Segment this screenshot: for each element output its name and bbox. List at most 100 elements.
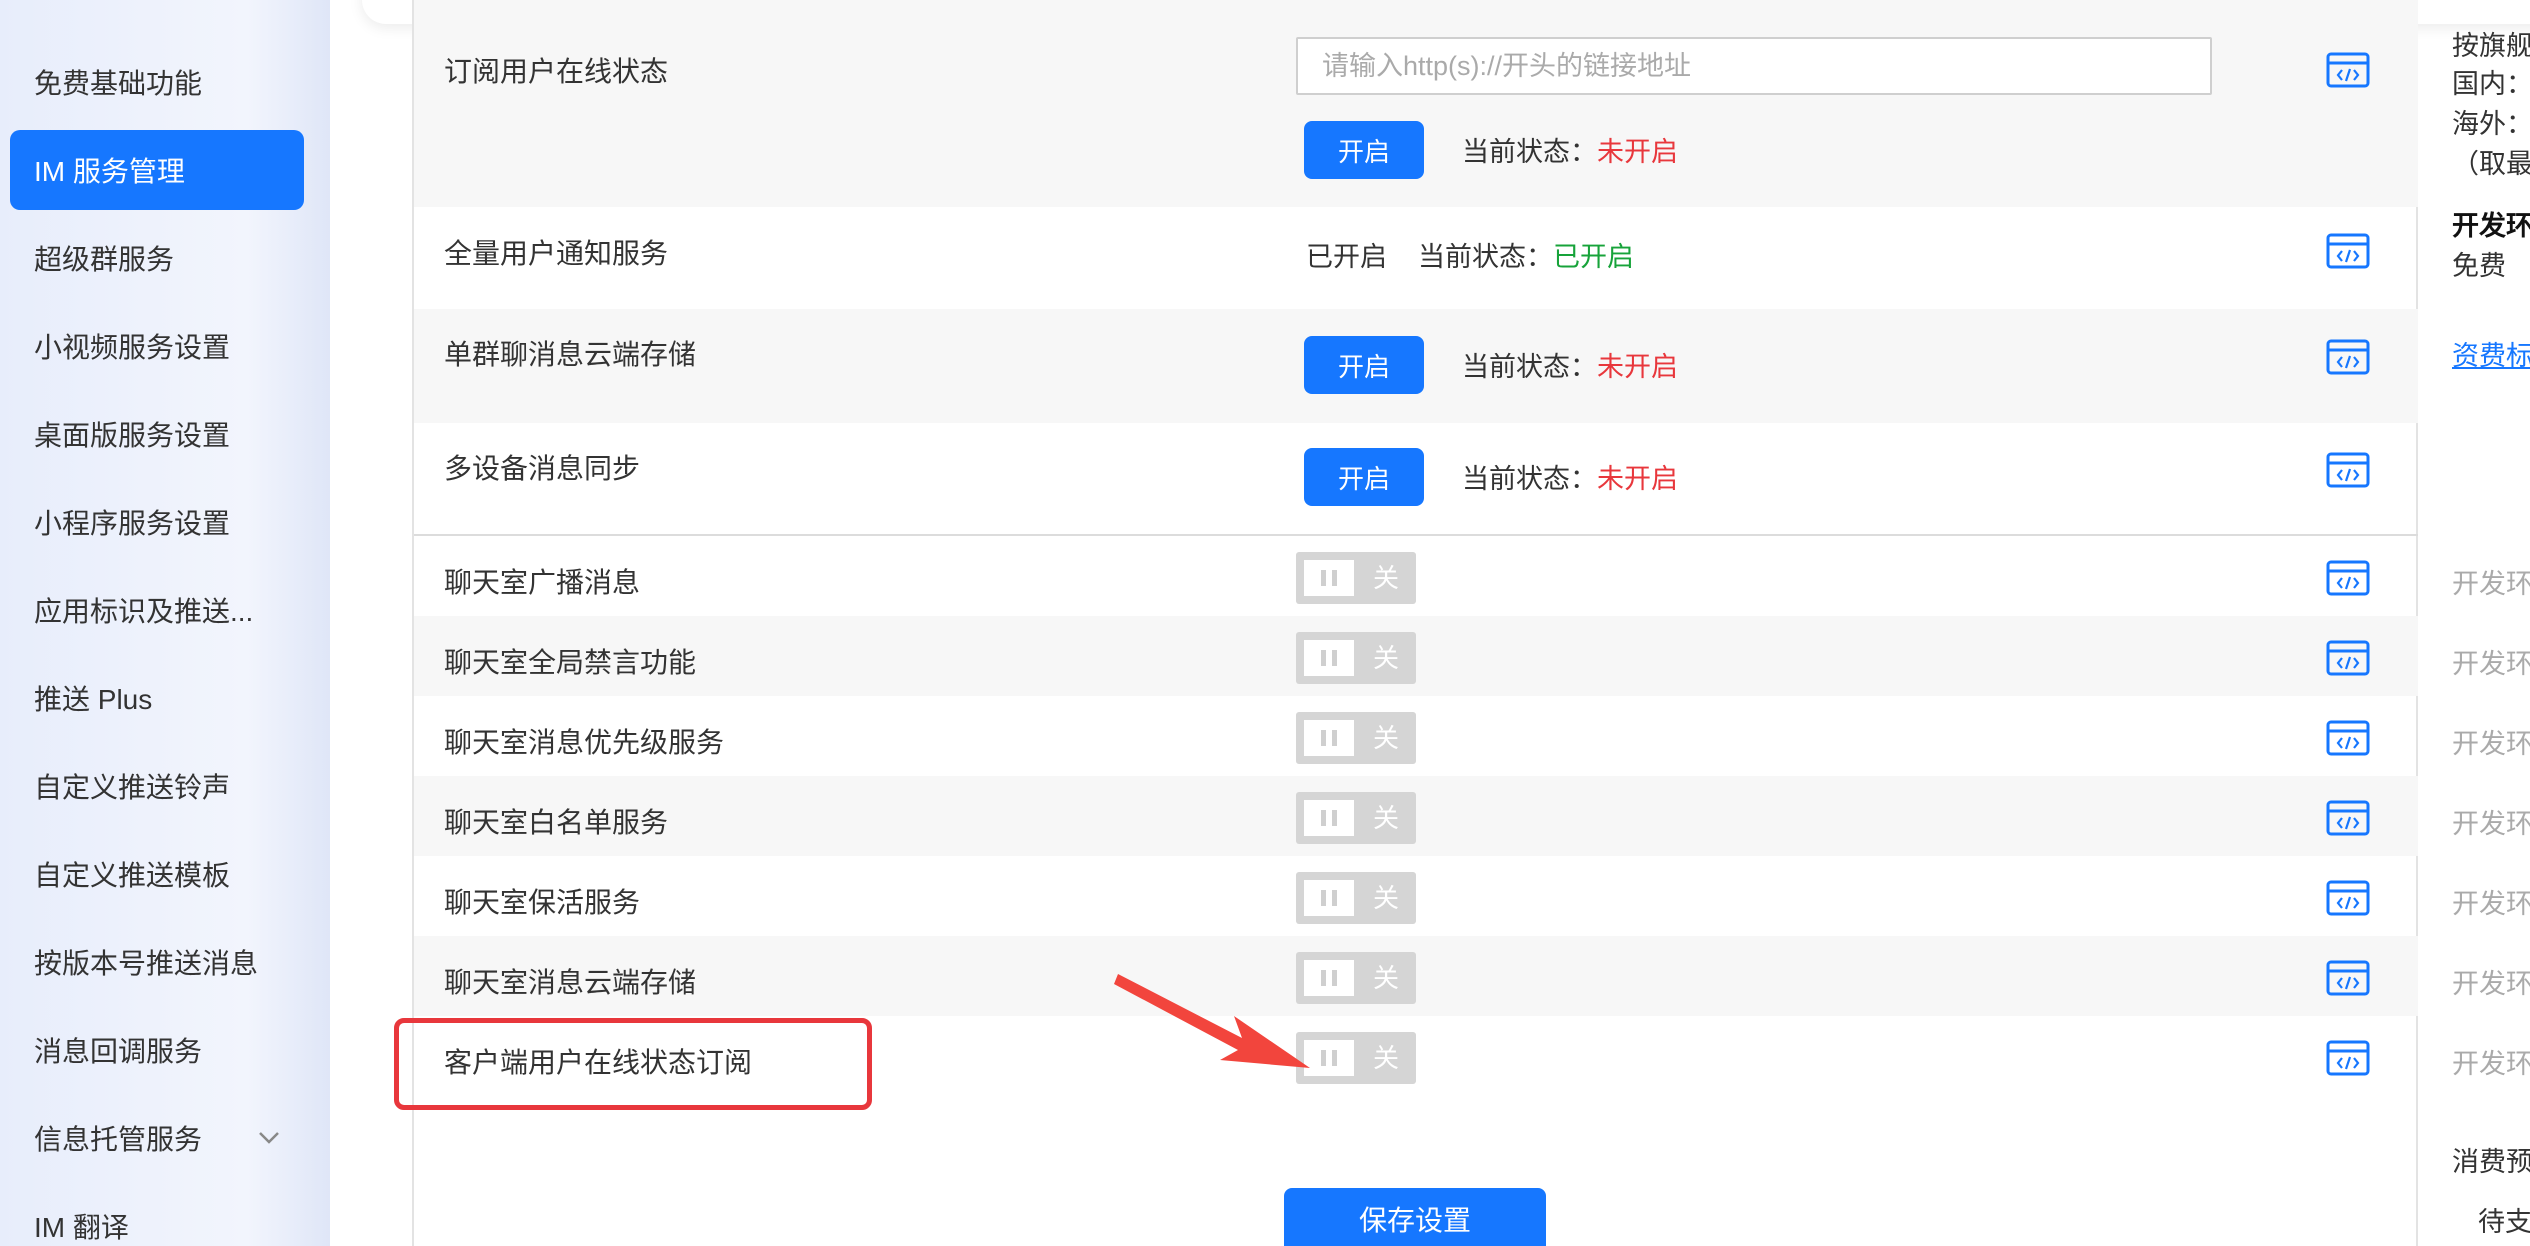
callback-url-input[interactable] bbox=[1296, 37, 2212, 95]
row-chatroom-broadcast: 聊天室广播消息 关 bbox=[414, 536, 2418, 616]
row-cloud-storage: 单群聊消息云端存储 开启 当前状态：未开启 bbox=[414, 309, 2418, 423]
pricing-overseas: 海外： bbox=[2452, 109, 2530, 139]
sidebar-item-label: 推送 Plus bbox=[34, 684, 153, 715]
row-label: 聊天室广播消息 bbox=[444, 567, 641, 598]
enable-subscription-button[interactable]: 开启 bbox=[1304, 121, 1424, 179]
enable-cloud-storage-button[interactable]: 开启 bbox=[1304, 336, 1424, 394]
sidebar-item-im-translate[interactable]: IM 翻译 bbox=[10, 1186, 304, 1246]
row-label: 全量用户通知服务 bbox=[444, 238, 669, 269]
api-code-icon[interactable] bbox=[2326, 1040, 2370, 1076]
chevron-down-icon[interactable] bbox=[256, 1124, 282, 1150]
sidebar-item-label: 免费基础功能 bbox=[34, 68, 203, 99]
sidebar-item-label: 桌面版服务设置 bbox=[34, 420, 231, 451]
sidebar-item-im-service[interactable]: IM 服务管理 bbox=[10, 130, 304, 210]
pricing-link[interactable]: 资费标 bbox=[2452, 334, 2530, 373]
sidebar-item-version-push[interactable]: 按版本号推送消息 bbox=[10, 922, 304, 1002]
row-chatroom-priority: 聊天室消息优先级服务 关 bbox=[414, 696, 2418, 776]
env-label: 开发环 bbox=[2452, 729, 2530, 759]
sidebar-item-push-plus[interactable]: 推送 Plus bbox=[10, 658, 304, 738]
sidebar-item-mini-program[interactable]: 小程序服务设置 bbox=[10, 482, 304, 562]
enable-multi-device-button[interactable]: 开启 bbox=[1304, 448, 1424, 506]
api-code-icon[interactable] bbox=[2326, 560, 2370, 596]
sidebar-item-label: 超级群服务 bbox=[34, 244, 175, 275]
sidebar-item-label: 按版本号推送消息 bbox=[34, 948, 259, 979]
sidebar-item-label: 信息托管服务 bbox=[34, 1124, 203, 1155]
multi-device-status: 当前状态：未开启 bbox=[1462, 457, 1678, 496]
sidebar-item-label: 自定义推送铃声 bbox=[34, 772, 231, 803]
status-value: 已开启 bbox=[1553, 242, 1634, 272]
toggle-label: 关 bbox=[1373, 723, 1400, 753]
env-label: 开发环 bbox=[2452, 809, 2530, 839]
row-chatroom-whitelist: 聊天室白名单服务 关 bbox=[414, 776, 2418, 856]
toggle-label: 关 bbox=[1373, 803, 1400, 833]
toggle-knob bbox=[1304, 720, 1354, 756]
toggle-switch[interactable]: 关 bbox=[1296, 712, 1416, 764]
sidebar-item-label: 自定义推送模板 bbox=[34, 860, 231, 891]
free-label: 免费 bbox=[2452, 251, 2506, 281]
env-label: 开发环 bbox=[2452, 969, 2530, 999]
row-label: 聊天室全局禁言功能 bbox=[444, 647, 697, 678]
save-settings-button[interactable]: 保存设置 bbox=[1284, 1188, 1546, 1246]
pricing-note: （取最 bbox=[2452, 149, 2530, 179]
row-label: 聊天室白名单服务 bbox=[444, 807, 669, 838]
sidebar-item-label: 应用标识及推送... bbox=[34, 596, 254, 627]
api-code-icon[interactable] bbox=[2326, 339, 2370, 375]
sidebar-item-label: 消息回调服务 bbox=[34, 1036, 203, 1067]
toggle-label: 关 bbox=[1373, 563, 1400, 593]
api-code-icon[interactable] bbox=[2326, 720, 2370, 756]
pricing-line: 按旗舰 bbox=[2452, 31, 2530, 61]
sidebar-item-super-group[interactable]: 超级群服务 bbox=[10, 218, 304, 298]
api-code-icon[interactable] bbox=[2326, 960, 2370, 996]
api-code-icon[interactable] bbox=[2326, 233, 2370, 269]
row-broadcast: 全量用户通知服务 已开启 当前状态：已开启 bbox=[414, 207, 2418, 309]
env-label: 开发环 bbox=[2452, 1049, 2530, 1079]
api-code-icon[interactable] bbox=[2326, 800, 2370, 836]
env-label: 开发环 bbox=[2452, 649, 2530, 679]
row-label: 聊天室消息云端存储 bbox=[444, 967, 697, 998]
toggle-knob bbox=[1304, 800, 1354, 836]
subscription-status: 当前状态：未开启 bbox=[1462, 130, 1678, 169]
sidebar-item-app-id-push[interactable]: 应用标识及推送... bbox=[10, 570, 304, 650]
toggle-switch[interactable]: 关 bbox=[1296, 632, 1416, 684]
row-subscription: 订阅用户在线状态 开启 当前状态：未开启 bbox=[414, 0, 2418, 207]
toggle-switch[interactable]: 关 bbox=[1296, 792, 1416, 844]
sidebar-item-label: 小视频服务设置 bbox=[34, 332, 231, 363]
row-label: 多设备消息同步 bbox=[444, 453, 641, 484]
toggle-label: 关 bbox=[1373, 643, 1400, 673]
api-code-icon[interactable] bbox=[2326, 880, 2370, 916]
sidebar-item-free-basic[interactable]: 免费基础功能 bbox=[10, 42, 304, 122]
right-panel: 按旗舰 国内： 海外： （取最 开发环 免费 资费标 开发环 开发环 开发环 开… bbox=[2420, 0, 2530, 1246]
status-prefix: 当前状态： bbox=[1462, 464, 1597, 494]
toggle-knob bbox=[1304, 880, 1354, 916]
sidebar-item-custom-template[interactable]: 自定义推送模板 bbox=[10, 834, 304, 914]
sidebar-item-short-video[interactable]: 小视频服务设置 bbox=[10, 306, 304, 386]
sidebar-item-desktop[interactable]: 桌面版服务设置 bbox=[10, 394, 304, 474]
toggle-switch[interactable]: 关 bbox=[1296, 552, 1416, 604]
status-prefix: 当前状态： bbox=[1462, 137, 1597, 167]
api-code-icon[interactable] bbox=[2326, 52, 2370, 88]
annotation-highlight-box bbox=[394, 1018, 872, 1110]
toggle-label: 关 bbox=[1373, 883, 1400, 913]
broadcast-status: 当前状态：已开启 bbox=[1418, 235, 1634, 274]
sidebar-item-msg-callback[interactable]: 消息回调服务 bbox=[10, 1010, 304, 1090]
annotation-arrow-icon bbox=[1114, 974, 1310, 1068]
row-multi-device: 多设备消息同步 开启 当前状态：未开启 bbox=[414, 423, 2418, 534]
status-value: 未开启 bbox=[1597, 352, 1678, 382]
toggle-label: 关 bbox=[1373, 963, 1400, 993]
dev-env-heading: 开发环 bbox=[2452, 211, 2530, 241]
pending-label: 待支 bbox=[2478, 1207, 2530, 1237]
sidebar-item-custom-ringtone[interactable]: 自定义推送铃声 bbox=[10, 746, 304, 826]
row-label: 订阅用户在线状态 bbox=[444, 56, 669, 87]
broadcast-enabled-text: 已开启 bbox=[1306, 242, 1387, 272]
toggle-switch[interactable]: 关 bbox=[1296, 872, 1416, 924]
api-code-icon[interactable] bbox=[2326, 640, 2370, 676]
row-label: 聊天室保活服务 bbox=[444, 887, 641, 918]
sidebar-item-info-hosting[interactable]: 信息托管服务 bbox=[10, 1098, 304, 1178]
status-prefix: 当前状态： bbox=[1462, 352, 1597, 382]
toggle-knob bbox=[1304, 640, 1354, 676]
pricing-domestic: 国内： bbox=[2452, 69, 2530, 99]
row-chatroom-mute-all: 聊天室全局禁言功能 关 bbox=[414, 616, 2418, 696]
api-code-icon[interactable] bbox=[2326, 452, 2370, 488]
sidebar-item-label: 小程序服务设置 bbox=[34, 508, 231, 539]
row-chatroom-keepalive: 聊天室保活服务 关 bbox=[414, 856, 2418, 936]
